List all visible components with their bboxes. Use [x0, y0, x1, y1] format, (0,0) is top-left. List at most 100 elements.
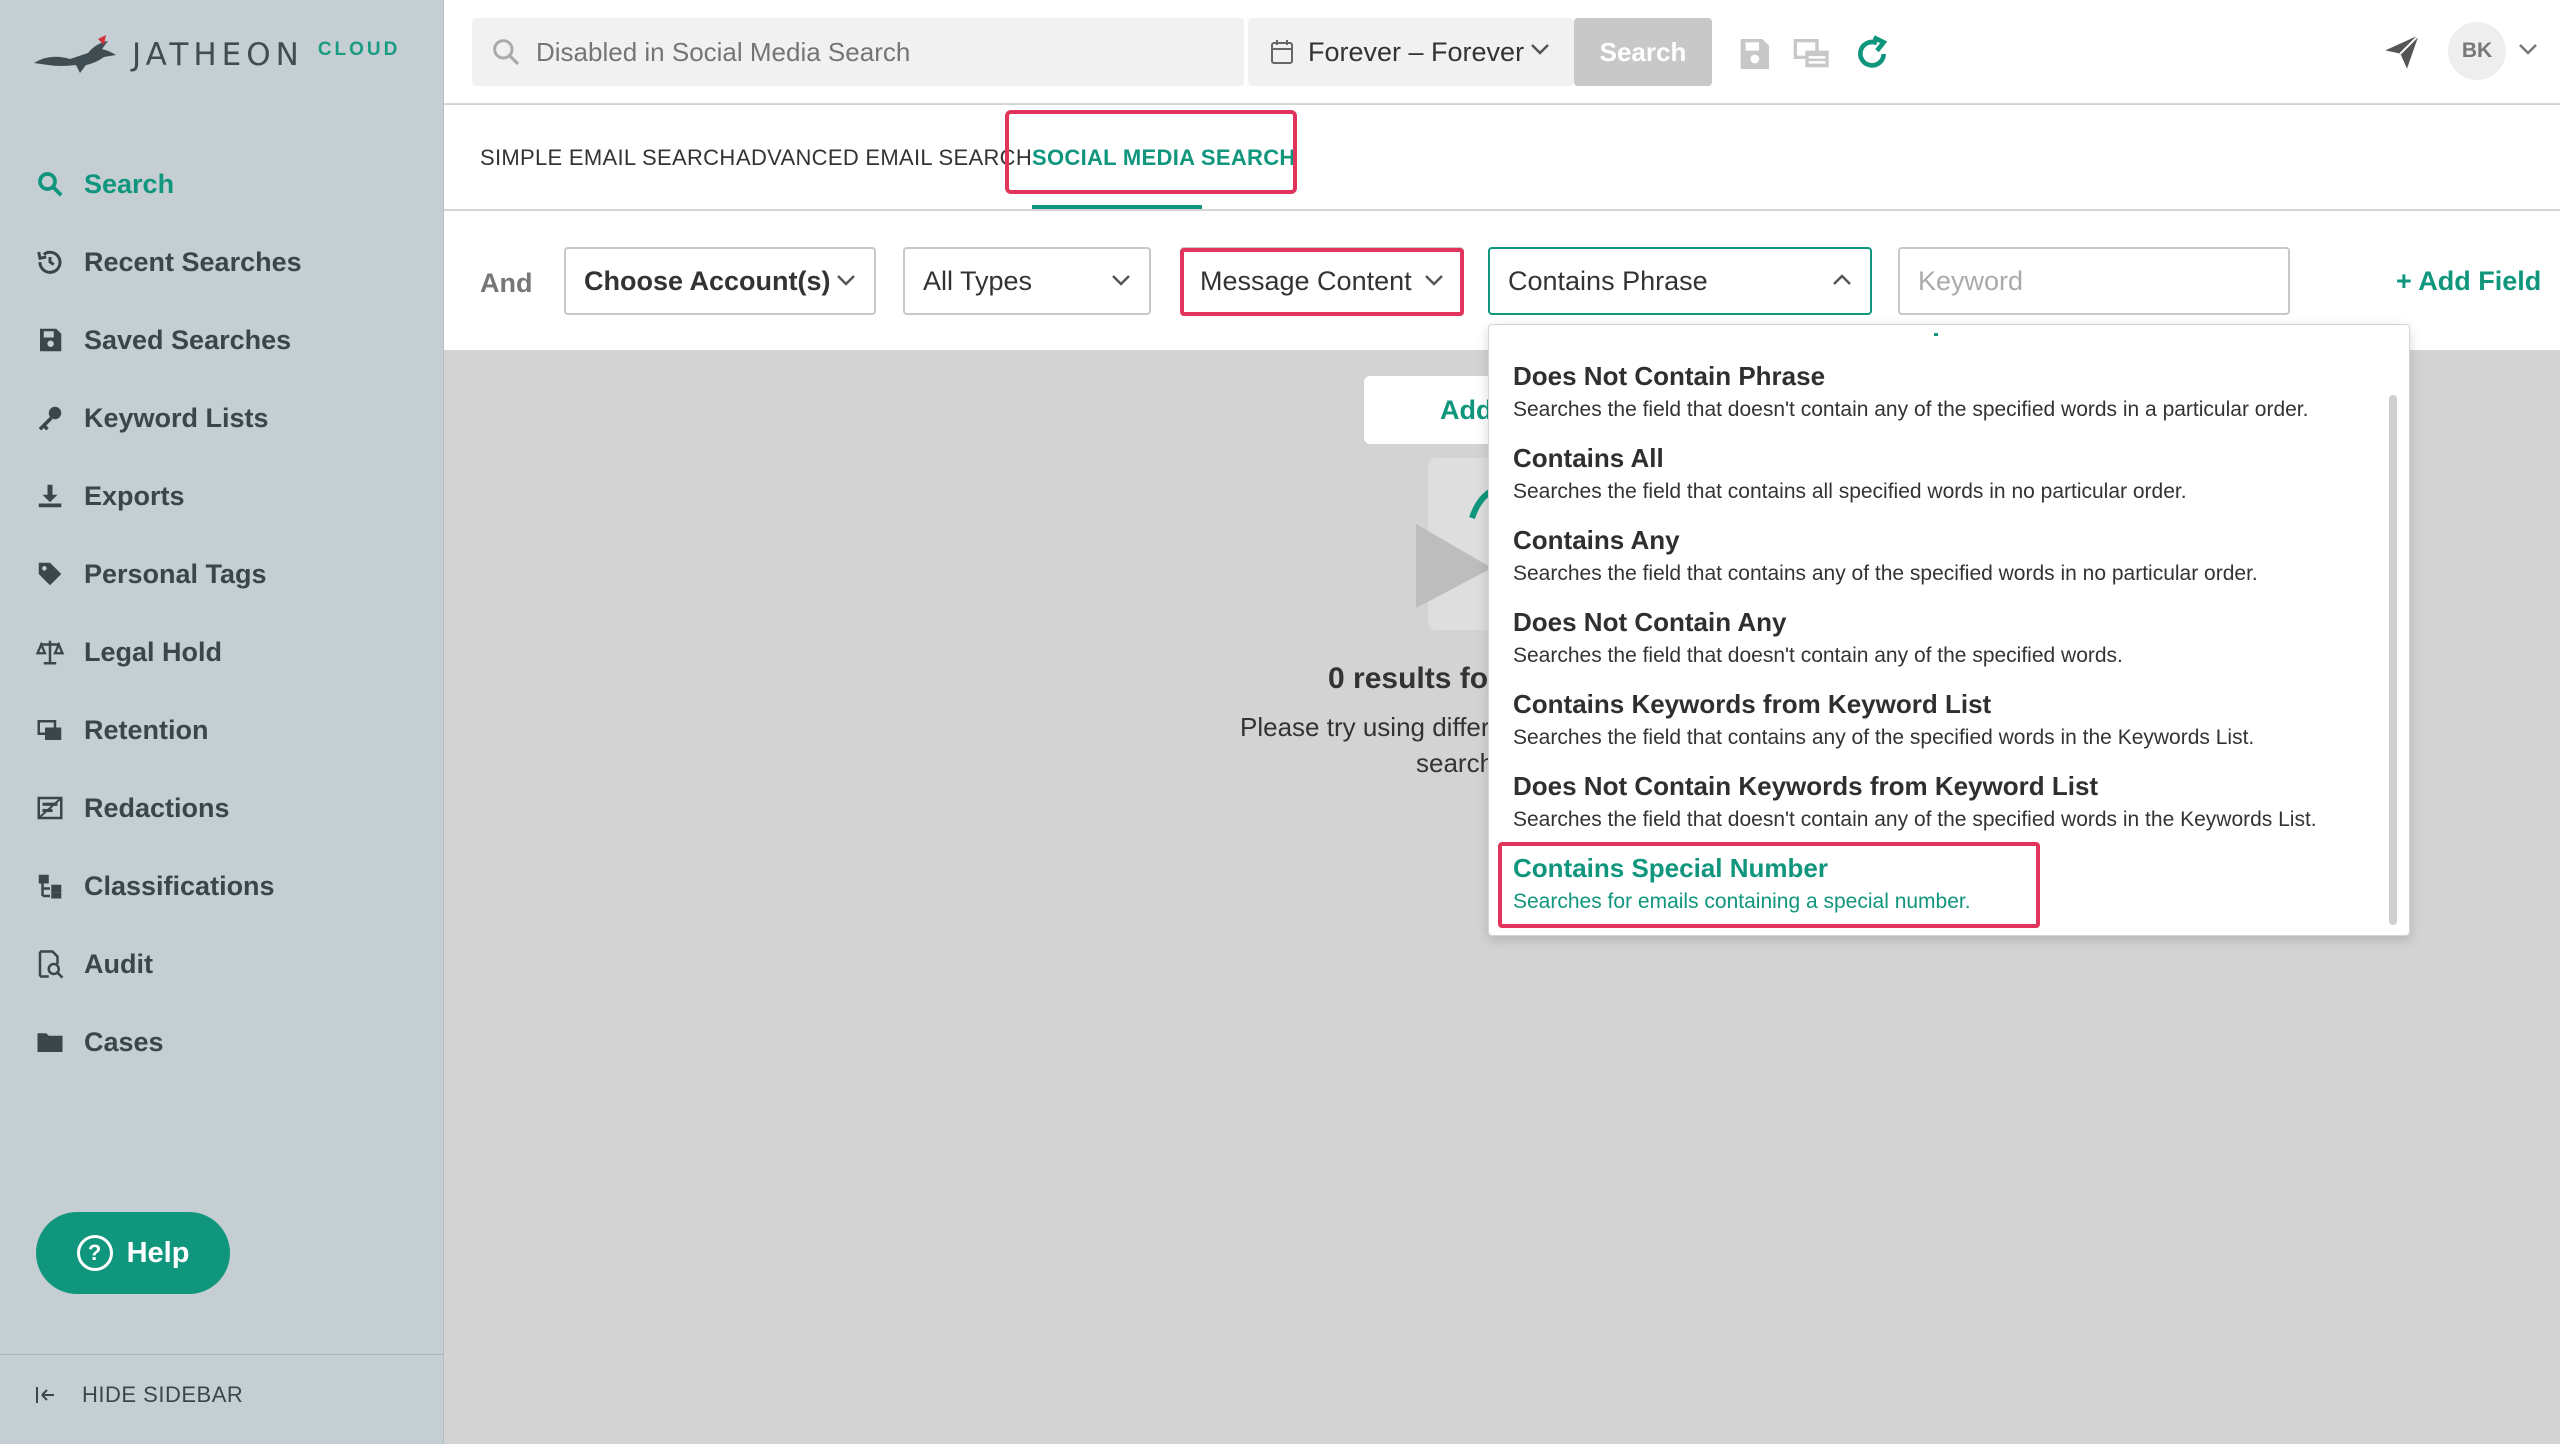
option-title: Contains Keywords from Keyword List	[1513, 689, 1992, 719]
chevron-up-icon	[1833, 274, 1851, 285]
option-description: Searches the field that doesn't contain …	[1513, 644, 2123, 667]
save-icon	[34, 324, 66, 356]
operator-dropdown: Does Not Contain Phrase Searches the fie…	[1488, 324, 2410, 936]
date-range-value: Forever – Forever	[1308, 36, 1525, 67]
operator-option-special-number[interactable]: Contains Special Number Searches for ema…	[1513, 853, 1971, 914]
sidebar-item-retention[interactable]: Retention	[0, 691, 444, 769]
sidebar-item-exports[interactable]: Exports	[0, 457, 444, 535]
option-title: Does Not Contain Any	[1513, 607, 1787, 637]
highlight-box-tab	[1005, 110, 1297, 194]
scale-icon	[34, 636, 66, 668]
sidebar-item-redactions[interactable]: Redactions	[0, 769, 444, 847]
chevron-down-icon	[837, 275, 855, 286]
option-description: Searches the field that contains any of …	[1513, 562, 2258, 585]
chevron-down-icon	[1425, 275, 1443, 286]
option-title: Does Not Contain Phrase	[1513, 361, 1826, 391]
operator-option[interactable]: Contains All Searches the field that con…	[1513, 443, 2187, 504]
global-search-input[interactable]	[536, 36, 1216, 68]
sidebar-item-label: Search	[84, 168, 175, 199]
collapse-icon	[36, 1387, 54, 1403]
sidebar-item-legal-hold[interactable]: Legal Hold	[0, 613, 444, 691]
date-range-select[interactable]: Forever – Forever	[1248, 18, 1574, 86]
operator-option[interactable]: Contains Any Searches the field that con…	[1513, 525, 2258, 586]
chevron-down-icon	[1531, 44, 1549, 55]
dropdown-scrollbar[interactable]	[2389, 395, 2397, 925]
search-tabs: SIMPLE EMAIL SEARCH ADVANCED EMAIL SEARC…	[444, 105, 2560, 210]
help-label: Help	[126, 1236, 190, 1269]
field-select[interactable]: Message Content	[1180, 247, 1464, 315]
sidebar-item-classifications[interactable]: Classifications	[0, 847, 444, 925]
keyword-input[interactable]	[1898, 247, 2290, 315]
sidebar-item-search[interactable]: Search	[0, 145, 444, 223]
sidebar-item-cases[interactable]: Cases	[0, 1003, 444, 1081]
audit-icon	[34, 948, 66, 980]
sidebar-item-label: Retention	[84, 714, 209, 745]
sidebar-item-label: Keyword Lists	[84, 402, 269, 433]
operator-select-value: Contains Phrase	[1508, 265, 1708, 296]
tab-simple-email-search[interactable]: SIMPLE EMAIL SEARCH	[480, 145, 736, 171]
tag-icon	[34, 558, 66, 590]
field-select-value: Message Content	[1200, 265, 1412, 296]
sidebar-item-label: Recent Searches	[84, 246, 302, 277]
refresh-icon[interactable]	[1852, 34, 1892, 74]
and-label: And	[480, 268, 533, 298]
type-select[interactable]: All Types	[903, 247, 1151, 315]
top-bar: Forever – Forever Search BK	[444, 0, 2560, 104]
folder-icon	[34, 1026, 66, 1058]
sidebar-item-label: Legal Hold	[84, 636, 223, 667]
brand-name: JATHEON	[132, 37, 304, 73]
brand-suffix: CLOUD	[317, 39, 401, 60]
sidebar-item-recent-searches[interactable]: Recent Searches	[0, 223, 444, 301]
sidebar-item-saved-searches[interactable]: Saved Searches	[0, 301, 444, 379]
operator-select[interactable]: Contains Phrase	[1488, 247, 1872, 315]
tab-advanced-email-search[interactable]: ADVANCED EMAIL SEARCH	[736, 145, 1032, 171]
sidebar-item-personal-tags[interactable]: Personal Tags	[0, 535, 444, 613]
sidebar-item-label: Saved Searches	[84, 324, 292, 355]
option-title: Does Not Contain Keywords from Keyword L…	[1513, 771, 2099, 801]
calendar-icon	[1271, 40, 1293, 64]
option-description: Searches the field that contains any of …	[1513, 726, 2255, 749]
retention-icon	[34, 714, 66, 746]
sidebar-item-label: Classifications	[84, 870, 275, 901]
jatheon-logo[interactable]: JATHEON CLOUD	[30, 30, 400, 80]
save-search-icon[interactable]	[1734, 34, 1774, 74]
chevron-down-icon[interactable]	[2518, 42, 2538, 56]
key-icon	[34, 402, 66, 434]
operator-option[interactable]: Does Not Contain Keywords from Keyword L…	[1513, 771, 2317, 832]
history-icon	[34, 246, 66, 278]
option-title: Contains Special Number	[1513, 853, 1828, 883]
retention-tool-icon[interactable]	[1792, 34, 1832, 74]
user-avatar[interactable]: BK	[2448, 22, 2506, 80]
operator-option[interactable]: Does Not Contain Phrase Searches the fie…	[1513, 361, 2308, 422]
sidebar-item-keyword-lists[interactable]: Keyword Lists	[0, 379, 444, 457]
sidebar-divider	[0, 1354, 444, 1355]
no-results-title: 0 results fou	[1328, 662, 1507, 695]
send-icon[interactable]	[2382, 32, 2422, 72]
option-description: Searches for emails containing a special…	[1513, 890, 1971, 913]
active-tab-indicator	[1032, 205, 1202, 209]
option-description: Searches the field that doesn't contain …	[1513, 808, 2317, 831]
option-title: Contains Any	[1513, 525, 1680, 555]
operator-option[interactable]: Contains Keywords from Keyword List Sear…	[1513, 689, 2254, 750]
global-search-box[interactable]	[472, 18, 1244, 86]
type-select-value: All Types	[923, 265, 1033, 296]
hide-sidebar-button[interactable]: HIDE SIDEBAR	[34, 1382, 243, 1408]
scrolled-option-remnant	[1934, 333, 1938, 336]
option-description: Searches the field that contains all spe…	[1513, 480, 2187, 503]
add-field-link[interactable]: + Add Field	[2396, 266, 2541, 297]
search-button[interactable]: Search	[1574, 18, 1712, 86]
sidebar-item-label: Redactions	[84, 792, 230, 823]
no-results-text: Please try using differ	[1240, 712, 1490, 742]
sidebar-item-label: Audit	[84, 948, 153, 979]
sidebar-item-label: Cases	[84, 1026, 164, 1057]
option-title: Contains All	[1513, 443, 1664, 473]
question-icon: ?	[76, 1235, 113, 1271]
redaction-icon	[34, 792, 66, 824]
account-select[interactable]: Choose Account(s)	[564, 247, 876, 315]
help-button[interactable]: ? Help	[36, 1212, 230, 1294]
sidebar-item-audit[interactable]: Audit	[0, 925, 444, 1003]
account-select-value: Choose Account(s)	[584, 265, 831, 296]
operator-option[interactable]: Does Not Contain Any Searches the field …	[1513, 607, 2123, 668]
download-icon	[34, 480, 66, 512]
sidebar-item-label: Personal Tags	[84, 558, 267, 589]
